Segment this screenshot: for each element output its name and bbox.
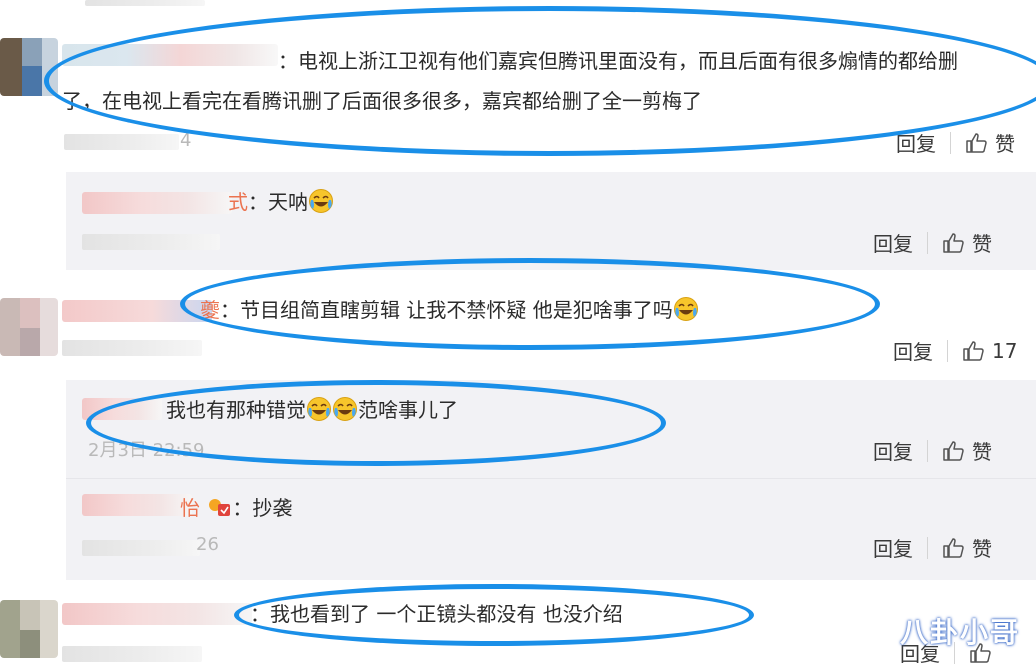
avatar[interactable] bbox=[0, 298, 58, 356]
reply-actions: 回复 赞 bbox=[873, 533, 992, 562]
reply-text: 怡 ：抄袭 bbox=[180, 494, 292, 521]
thumbs-up-icon[interactable] bbox=[965, 131, 989, 155]
comment-meta-blurred bbox=[64, 134, 179, 150]
divider bbox=[927, 439, 928, 462]
reply-button[interactable]: 回复 bbox=[893, 336, 933, 365]
thumbs-up-icon[interactable] bbox=[942, 536, 966, 560]
reply-actions: 回复 赞 bbox=[873, 228, 992, 257]
reply-button[interactable]: 回复 bbox=[873, 436, 913, 465]
laugh-cry-emoji bbox=[308, 188, 334, 214]
divider bbox=[950, 131, 951, 154]
thumbs-up-icon[interactable] bbox=[962, 339, 986, 363]
avatar[interactable] bbox=[0, 600, 58, 658]
reply-meta-blurred bbox=[82, 234, 220, 250]
divider bbox=[927, 536, 928, 559]
highlight-ellipse bbox=[44, 6, 1036, 156]
reply-content: ：天呐 bbox=[248, 190, 308, 214]
thumbs-up-icon[interactable] bbox=[942, 439, 966, 463]
reply-button[interactable]: 回复 bbox=[873, 228, 913, 257]
like-button[interactable]: 赞 bbox=[972, 533, 992, 562]
highlight-ellipse bbox=[234, 584, 754, 646]
reply-username-blurred[interactable] bbox=[82, 192, 232, 214]
reply-content: ：抄袭 bbox=[232, 496, 293, 520]
reply-name-fragment: 怡 bbox=[180, 496, 200, 520]
watermark: 八卦小哥 bbox=[899, 616, 1020, 649]
like-button[interactable]: 赞 bbox=[972, 436, 992, 465]
thumbs-up-icon[interactable] bbox=[942, 231, 966, 255]
highlight-ellipse bbox=[180, 258, 880, 350]
previous-comment-meta bbox=[85, 0, 205, 6]
like-button[interactable]: 赞 bbox=[972, 228, 992, 257]
highlight-ellipse bbox=[86, 380, 666, 466]
reply-username-blurred[interactable] bbox=[82, 494, 192, 516]
sticker-icon bbox=[209, 499, 231, 516]
comment-actions: 回复 17 bbox=[893, 336, 1017, 365]
like-count[interactable]: 17 bbox=[992, 339, 1017, 363]
divider bbox=[947, 339, 948, 362]
reply-meta-text: 26 bbox=[196, 534, 219, 555]
like-button[interactable]: 赞 bbox=[995, 128, 1015, 157]
comment-meta-blurred bbox=[62, 646, 202, 662]
comment-meta-blurred bbox=[62, 340, 202, 356]
reply-name-fragment: 式 bbox=[228, 190, 248, 214]
divider bbox=[927, 231, 928, 254]
reply-meta-blurred bbox=[82, 540, 200, 556]
reply-divider bbox=[66, 478, 1036, 479]
username-blurred[interactable] bbox=[62, 603, 252, 625]
reply-actions: 回复 赞 bbox=[873, 436, 992, 465]
reply-text: 式：天呐 bbox=[228, 188, 334, 215]
reply-button[interactable]: 回复 bbox=[873, 533, 913, 562]
